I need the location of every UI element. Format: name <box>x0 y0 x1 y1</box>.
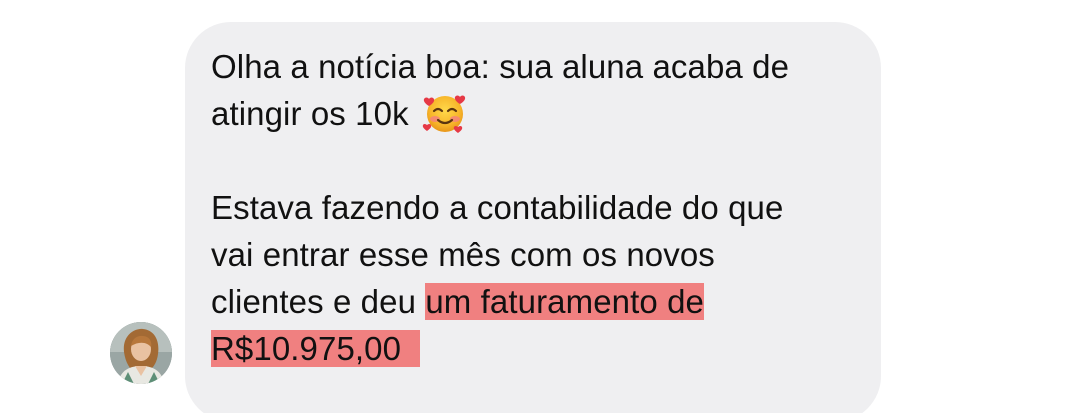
message-line: Olha a notícia boa: sua aluna acaba de <box>211 48 790 85</box>
message-text: Olha a notícia boa: sua aluna acaba de a… <box>211 43 861 372</box>
message-line: vai entrar esse mês com os novos <box>211 236 715 273</box>
highlight-tail <box>401 330 420 367</box>
message-line: atingir os 10k <box>211 95 409 132</box>
message-line: clientes e deu <box>211 283 426 320</box>
message-paragraph-2: Estava fazendo a contabilidade do que va… <box>211 184 861 372</box>
message-line: Estava fazendo a contabilidade do que <box>211 189 784 226</box>
smiling-face-with-hearts-icon <box>422 90 468 136</box>
highlighted-amount: R$10.975,00 <box>211 330 402 367</box>
chat-view: Olha a notícia boa: sua aluna acaba de a… <box>0 0 1065 413</box>
highlighted-text: um faturamento de <box>425 283 704 320</box>
avatar[interactable] <box>110 322 172 384</box>
message-paragraph-1: Olha a notícia boa: sua aluna acaba de a… <box>211 43 861 137</box>
